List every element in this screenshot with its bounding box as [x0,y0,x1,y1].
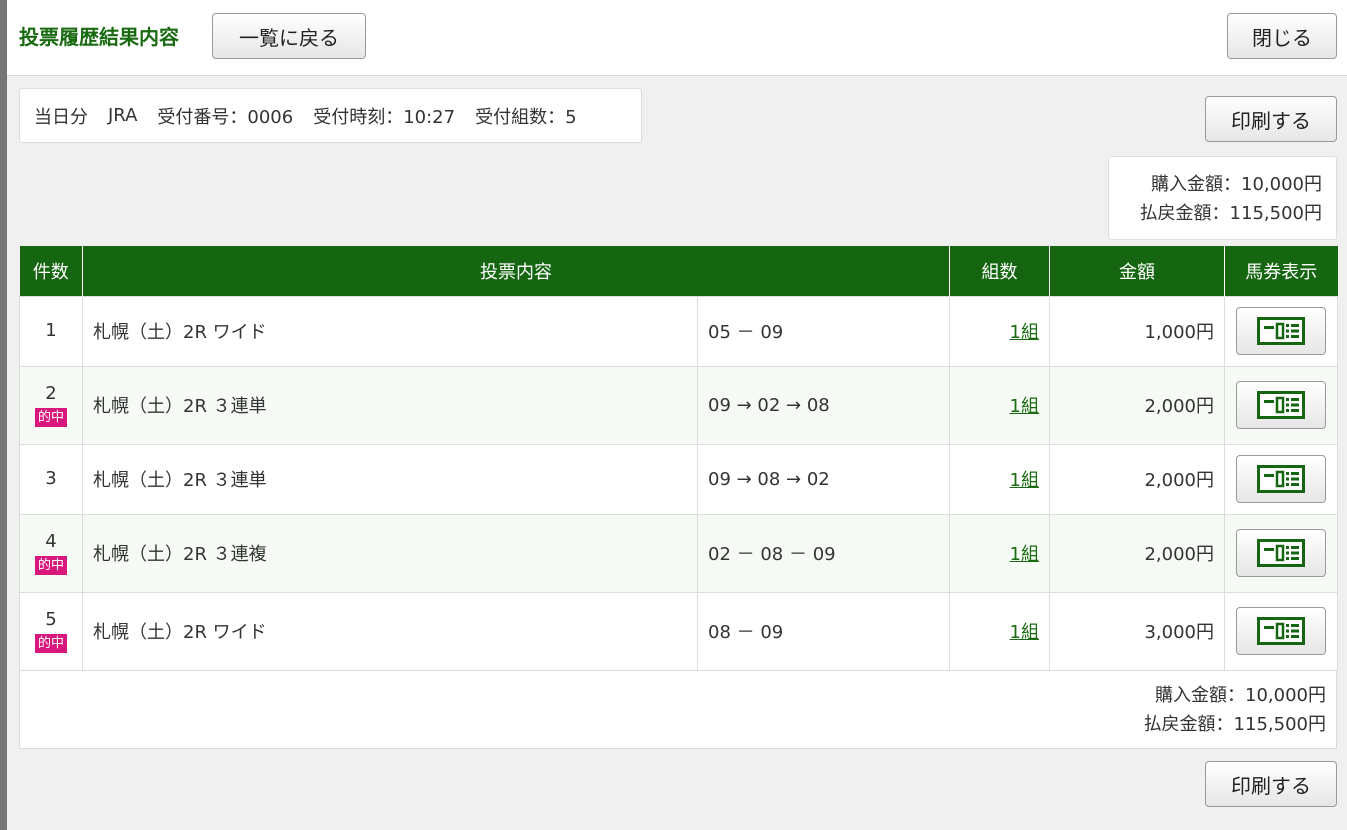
show-ticket-button[interactable] [1236,529,1326,577]
table-row: 1 札幌（土）2R ワイド 05 － 09 1組 1,000円 [19,295,1338,367]
info-receipt-sets: 受付組数：5 [475,106,577,128]
sets-cell: 1組 [949,443,1050,515]
amount: 2,000円 [1049,513,1225,593]
race-name: 札幌（土）2R ３連単 [82,365,698,445]
page-title: 投票履歴結果内容 [19,25,179,49]
totals-summary-top: 購入金額：10,000円 払戻金額：115,500円 [1108,156,1337,240]
combination: 05 － 09 [697,295,950,367]
sets-link[interactable]: 1組 [1010,396,1039,417]
amount: 2,000円 [1049,443,1225,515]
hit-badge: 的中 [34,634,67,653]
ticket-icon [1257,539,1305,567]
payout-total: 払戻金額：115,500円 [1139,203,1322,224]
back-to-list-button[interactable]: 一覧に戻る [212,13,366,59]
show-ticket-button[interactable] [1236,381,1326,429]
combination: 09 → 08 → 02 [697,443,950,515]
combination: 09 → 02 → 08 [697,365,950,445]
row-number-cell: 1 [19,295,83,367]
info-day: 当日分 [34,106,88,128]
show-ticket-button[interactable] [1236,607,1326,655]
race-name: 札幌（土）2R ３連単 [82,443,698,515]
sets-link[interactable]: 1組 [1010,622,1039,643]
close-button[interactable]: 閉じる [1227,13,1337,59]
ticket-icon [1257,617,1305,645]
row-number: 5 [45,609,57,630]
hit-badge: 的中 [34,556,67,575]
table-row: 4 的中 札幌（土）2R ３連複 02 － 08 － 09 1組 2,000円 [19,513,1338,593]
sets-link[interactable]: 1組 [1010,322,1039,343]
race-name: 札幌（土）2R ワイド [82,591,698,671]
ticket-icon [1257,317,1305,345]
ticket-cell [1224,365,1338,445]
row-number: 4 [45,531,57,552]
ticket-cell [1224,513,1338,593]
table-header-row: 件数 投票内容 組数 金額 馬券表示 [19,246,1338,296]
info-org: JRA [108,105,138,126]
info-receipt-time: 受付時刻：10:27 [313,106,456,128]
amount: 1,000円 [1049,295,1225,367]
info-receipt-no: 受付番号：0006 [157,106,294,128]
row-number: 1 [45,320,57,341]
amount: 2,000円 [1049,365,1225,445]
ticket-icon [1257,465,1305,493]
header-sets: 組数 [949,246,1050,296]
row-number-cell: 2 的中 [19,365,83,445]
race-name: 札幌（土）2R ワイド [82,295,698,367]
payout-total: 払戻金額：115,500円 [1143,713,1326,735]
race-name: 札幌（土）2R ３連複 [82,513,698,593]
print-button-bottom[interactable]: 印刷する [1205,761,1337,807]
header-no: 件数 [19,246,83,296]
row-number: 3 [45,468,57,489]
ticket-icon [1257,391,1305,419]
ticket-cell [1224,443,1338,515]
bet-table-container: 件数 投票内容 組数 金額 馬券表示 1 札幌（土）2R ワイド 05 － 09… [19,246,1338,749]
ticket-cell [1224,295,1338,367]
amount: 3,000円 [1049,591,1225,671]
table-row: 3 札幌（土）2R ３連単 09 → 08 → 02 1組 2,000円 [19,443,1338,515]
page: 投票履歴結果内容 一覧に戻る 閉じる 当日分 JRA 受付番号：0006 受付時… [7,0,1347,830]
ticket-cell [1224,591,1338,671]
row-number-cell: 3 [19,443,83,515]
hit-badge: 的中 [34,408,67,427]
sets-cell: 1組 [949,591,1050,671]
row-number-cell: 5 的中 [19,591,83,671]
table-row: 2 的中 札幌（土）2R ３連単 09 → 02 → 08 1組 2,000円 [19,365,1338,445]
show-ticket-button[interactable] [1236,307,1326,355]
sets-cell: 1組 [949,365,1050,445]
sets-link[interactable]: 1組 [1010,544,1039,565]
purchase-total: 購入金額：10,000円 [1155,684,1326,706]
header-ticket: 馬券表示 [1224,246,1338,296]
header-amount: 金額 [1049,246,1225,296]
combination: 08 － 09 [697,591,950,671]
print-button-top[interactable]: 印刷する [1205,96,1337,142]
sets-cell: 1組 [949,513,1050,593]
purchase-total: 購入金額：10,000円 [1151,174,1322,195]
combination: 02 － 08 － 09 [697,513,950,593]
row-number: 2 [45,383,57,404]
table-row: 5 的中 札幌（土）2R ワイド 08 － 09 1組 3,000円 [19,591,1338,671]
header-content: 投票内容 [82,246,950,296]
receipt-info: 当日分 JRA 受付番号：0006 受付時刻：10:27 受付組数：5 [19,88,642,143]
show-ticket-button[interactable] [1236,455,1326,503]
sets-cell: 1組 [949,295,1050,367]
bet-table: 件数 投票内容 組数 金額 馬券表示 1 札幌（土）2R ワイド 05 － 09… [19,246,1338,671]
window-edge [0,0,7,830]
totals-summary-bottom: 購入金額：10,000円 払戻金額：115,500円 [19,670,1337,749]
row-number-cell: 4 的中 [19,513,83,593]
header-bar: 投票履歴結果内容 一覧に戻る 閉じる [7,0,1347,76]
sets-link[interactable]: 1組 [1010,470,1039,491]
